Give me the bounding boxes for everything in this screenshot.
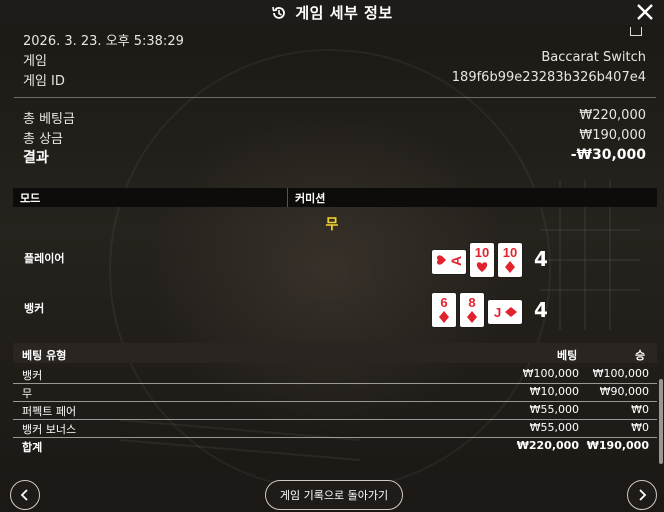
result-row: 결과 -₩30,000 <box>23 147 646 167</box>
col-win: 승 <box>635 349 646 362</box>
row-bet: ₩100,000 <box>522 367 579 380</box>
col-bet: 베팅 <box>557 349 578 362</box>
table-row: 뱅커 보너스 ₩55,000 ₩0 <box>13 419 657 438</box>
col-bet-type: 베팅 유형 <box>22 349 67 362</box>
card-face: J <box>494 305 517 320</box>
player-card-1: A <box>432 250 466 274</box>
player-label: 플레이어 <box>24 252 65 265</box>
round-result: 무 <box>325 217 339 233</box>
game-id-row: 게임 ID 189f6b99e23283b326b407e4 <box>23 70 646 89</box>
card-face: 10 <box>475 245 489 272</box>
card-rank: A <box>448 256 464 266</box>
divider <box>14 97 656 98</box>
scrollbar[interactable] <box>659 379 663 464</box>
game-label: 게임 <box>23 54 47 69</box>
next-button[interactable] <box>627 480 657 510</box>
table-row: 뱅커 ₩100,000 ₩100,000 <box>13 365 657 384</box>
player-score: 4 <box>534 247 548 271</box>
banker-label: 뱅커 <box>24 302 45 315</box>
datetime-row: 2026. 3. 23. 오후 5:38:29 <box>23 30 646 49</box>
chevron-right-icon <box>639 489 647 501</box>
total-bet-value: ₩220,000 <box>579 108 646 123</box>
total-win-value: ₩190,000 <box>579 128 646 143</box>
result-label: 결과 <box>23 150 49 166</box>
card-rank: 8 <box>468 295 475 310</box>
total-bet-label: 총 베팅금 <box>23 112 75 127</box>
game-id-label: 게임 ID <box>23 74 65 89</box>
mode-header: 모드 커미션 <box>13 188 657 207</box>
bets-table-header: 베팅 유형 베팅 승 <box>13 343 657 363</box>
total-win: ₩190,000 <box>586 439 649 452</box>
game-row: 게임 Baccarat Switch <box>23 50 646 69</box>
banker-card-2: 8 <box>460 293 484 327</box>
player-card-2: 10 <box>470 243 494 277</box>
card-rank: 10 <box>475 245 489 260</box>
row-win: ₩0 <box>631 421 649 434</box>
card-rank: 10 <box>503 245 517 260</box>
total-bet-row: 총 베팅금 ₩220,000 <box>23 108 646 127</box>
result-value: -₩30,000 <box>570 147 646 163</box>
row-type: 뱅커 <box>22 369 43 382</box>
row-bet: ₩55,000 <box>529 421 579 434</box>
total-win-label: 총 상금 <box>23 132 64 147</box>
total-type: 합계 <box>22 441 43 454</box>
card-face: 8 <box>467 295 477 323</box>
row-type: 뱅커 보너스 <box>22 423 77 436</box>
card-rank: 6 <box>440 295 447 310</box>
row-type: 퍼펙트 페어 <box>22 405 77 418</box>
page-title: 게임 세부 정보 <box>295 4 393 22</box>
table-row: 퍼펙트 페어 ₩55,000 ₩0 <box>13 401 657 420</box>
row-win: ₩0 <box>631 403 649 416</box>
total-bet: ₩220,000 <box>516 439 579 452</box>
row-bet: ₩55,000 <box>529 403 579 416</box>
banker-card-3: J <box>488 300 522 324</box>
total-win-row: 총 상금 ₩190,000 <box>23 128 646 147</box>
row-type: 무 <box>22 387 33 400</box>
commission-label: 커미션 <box>295 191 326 205</box>
table-total-row: 합계 ₩220,000 ₩190,000 <box>13 437 657 455</box>
back-to-history-button[interactable]: 게임 기록으로 돌아가기 <box>265 480 403 510</box>
row-win: ₩100,000 <box>592 367 649 380</box>
mode-label: 모드 <box>13 188 288 207</box>
game-id-value: 189f6b99e23283b326b407e4 <box>451 70 646 85</box>
history-icon <box>272 6 286 19</box>
banker-score: 4 <box>534 298 548 322</box>
header-bar: 게임 세부 정보 <box>0 0 664 25</box>
card-face: 10 <box>503 245 517 273</box>
player-card-3: 10 <box>498 243 522 277</box>
close-icon[interactable] <box>634 1 656 23</box>
card-face: 6 <box>439 295 449 323</box>
row-win: ₩90,000 <box>599 385 649 398</box>
banker-card-1: 6 <box>432 293 456 327</box>
table-row: 무 ₩10,000 ₩90,000 <box>13 383 657 402</box>
chevron-left-icon <box>20 489 28 501</box>
game-datetime: 2026. 3. 23. 오후 5:38:29 <box>23 34 184 49</box>
prev-button[interactable] <box>10 480 40 510</box>
card-face: A <box>436 255 464 266</box>
back-to-history-label: 게임 기록으로 돌아가기 <box>279 489 389 502</box>
row-bet: ₩10,000 <box>529 385 579 398</box>
card-rank: J <box>494 305 501 320</box>
game-value: Baccarat Switch <box>541 50 646 65</box>
